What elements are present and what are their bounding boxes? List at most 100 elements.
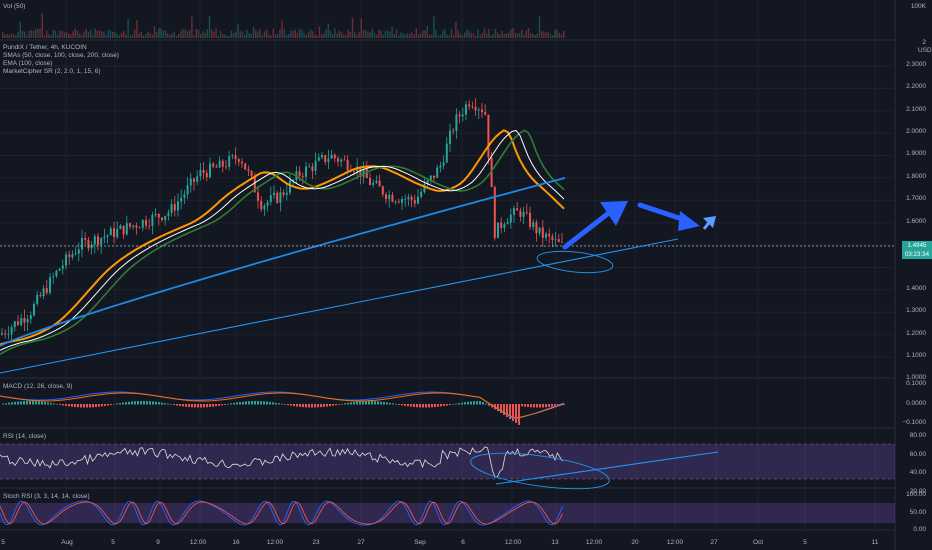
symbol-title[interactable]: PundiX / Tether, 4h, KUCOIN: [3, 44, 87, 52]
candle-body: [205, 172, 208, 178]
candle-body: [493, 187, 496, 238]
candle-body: [461, 114, 464, 117]
volume-bar: [83, 31, 85, 38]
macd-histogram-bar: [305, 404, 307, 408]
volume-bar: [268, 34, 270, 38]
stoch-axis-tick: 0.00: [913, 526, 926, 533]
volume-bar: [142, 35, 145, 38]
candle-body: [308, 166, 311, 168]
macd-label[interactable]: MACD (12, 26, close, 9): [3, 383, 72, 391]
volume-bar: [461, 35, 464, 38]
stoch-rsi-pane[interactable]: [0, 500, 895, 526]
macd-histogram-bar: [62, 404, 64, 406]
candle-body: [314, 160, 317, 171]
candle-body: [477, 109, 480, 111]
volume-bar: [431, 34, 433, 38]
indicator-marketcipher[interactable]: MarketCipher SR (2, 2.0, 1, 15, 6): [3, 68, 101, 76]
candle-body: [87, 239, 90, 249]
candle-body: [311, 166, 314, 171]
candle-body: [93, 236, 96, 245]
volume-bar: [514, 33, 516, 38]
macd-histogram-bar: [236, 402, 238, 405]
currency-label: USDT: [918, 47, 932, 54]
candle-body: [90, 244, 93, 249]
macd-histogram-bar: [140, 401, 142, 405]
candle-body: [157, 213, 160, 218]
volume-bar: [219, 30, 222, 38]
candle-body: [61, 265, 64, 269]
candle-body: [458, 114, 461, 117]
volume-bar: [349, 31, 351, 38]
volume-bar: [523, 35, 525, 38]
volume-bar: [85, 28, 87, 38]
volume-bar: [543, 31, 545, 38]
macd-histogram-bar: [479, 401, 481, 405]
volume-bar: [488, 28, 490, 38]
stoch-rsi-label[interactable]: Stoch RSI (3, 3, 14, 14, close): [3, 493, 90, 501]
volume-bar: [404, 34, 406, 38]
macd-histogram-bar: [425, 404, 427, 408]
volume-bar: [552, 35, 554, 38]
macd-axis-tick: −0.1000: [902, 419, 926, 426]
candle-body: [26, 319, 29, 323]
volume-bar: [120, 32, 123, 38]
volume-bar: [19, 22, 21, 38]
macd-histogram-bar: [59, 404, 61, 405]
volume-bar: [248, 33, 250, 38]
volume-bar: [563, 30, 565, 38]
candle-body: [97, 236, 99, 245]
macd-histogram-bar: [77, 404, 79, 408]
macd-histogram-bar: [371, 401, 373, 405]
candle-body: [196, 176, 199, 182]
volume-bar: [233, 33, 235, 38]
candle-body: [145, 219, 147, 226]
volume-bar: [24, 31, 26, 38]
volume-bar: [114, 31, 116, 38]
candle-body: [471, 106, 474, 108]
volume-bar: [468, 30, 470, 38]
tradingview-chart[interactable]: [0, 0, 932, 550]
indicator-ema[interactable]: EMA (100, close): [3, 60, 53, 68]
volume-bar: [336, 33, 338, 38]
price-pane[interactable]: [0, 98, 895, 355]
macd-histogram-bar: [203, 404, 205, 408]
candle-body: [330, 154, 333, 159]
macd-histogram-bar: [200, 404, 202, 408]
price-axis-tick: 2.1000: [906, 106, 926, 113]
rsi-label[interactable]: RSI (14, close): [3, 433, 46, 441]
macd-histogram-bar: [38, 401, 40, 405]
candle-body: [519, 210, 522, 217]
volume-bar: [442, 30, 444, 38]
volume-bar: [411, 32, 413, 38]
volume-bar: [50, 35, 52, 38]
volume-bar: [41, 13, 43, 38]
candle-body: [404, 199, 407, 200]
macd-histogram-bar: [107, 404, 109, 406]
volume-bar: [483, 28, 486, 38]
rsi-pane[interactable]: [0, 443, 895, 480]
macd-histogram-bar: [242, 401, 244, 405]
macd-histogram-bar: [281, 403, 283, 405]
volume-bar: [391, 26, 393, 38]
candle-body: [202, 169, 205, 173]
macd-histogram-bar: [341, 403, 343, 405]
macd-histogram-bar: [464, 402, 466, 405]
volume-bar: [305, 34, 307, 38]
volume-bar: [554, 29, 556, 38]
volume-bar: [145, 34, 147, 38]
volume-bar: [446, 34, 448, 38]
candle-body: [497, 222, 499, 238]
volume-bar: [360, 18, 362, 38]
volume-bar: [184, 29, 186, 38]
volume-bar: [30, 30, 32, 38]
macd-histogram-bar: [524, 404, 526, 407]
volume-bar: [499, 34, 501, 38]
candle-body: [391, 194, 394, 202]
candle-body: [148, 225, 151, 227]
macd-pane[interactable]: [0, 391, 565, 425]
volume-bar: [365, 29, 367, 38]
volume-bar: [105, 34, 107, 38]
indicator-sma[interactable]: SMAs (50, close, 100, close, 200, close): [3, 52, 119, 60]
volume-bar: [283, 29, 285, 38]
volume-bar: [204, 33, 206, 38]
